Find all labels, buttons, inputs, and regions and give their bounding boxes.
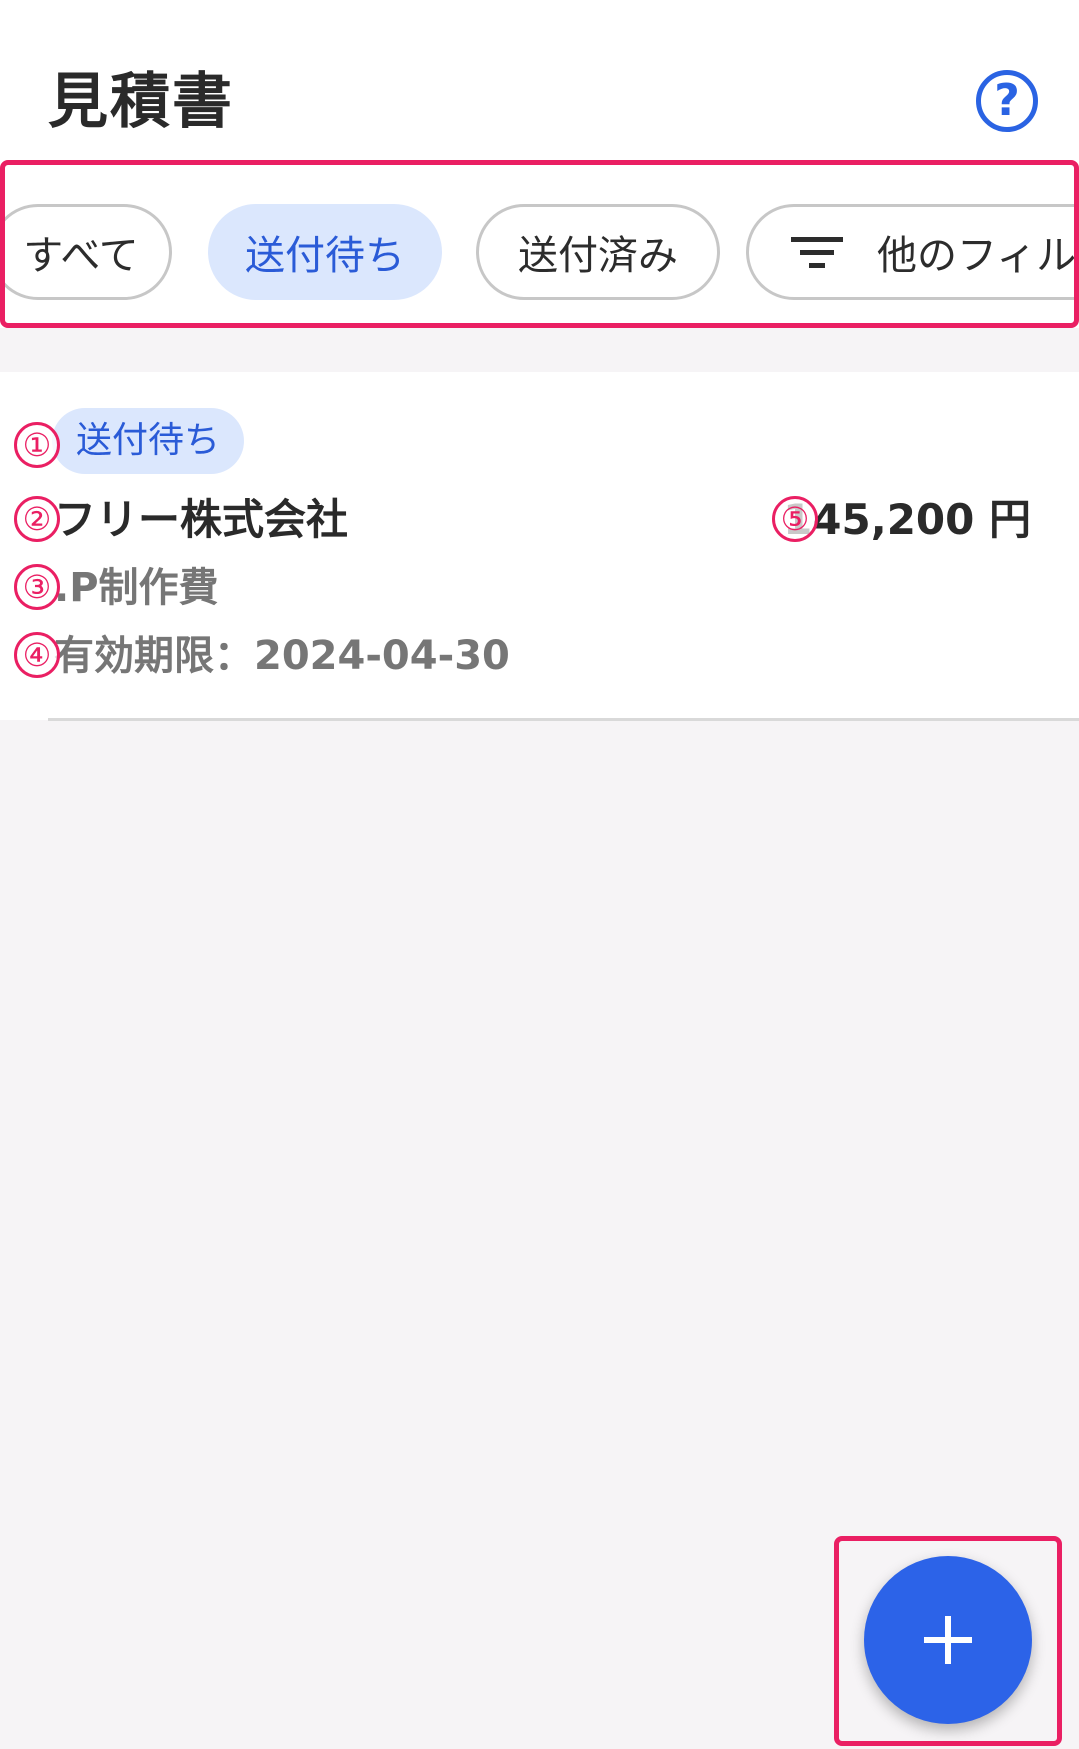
filter-chip-all[interactable]: すべて [0,204,172,300]
quotes-screen: 見積書 ? すべて 送付待ち 送付済み 他のフィル 送付待ち フリー株式会社 .… [0,0,1079,1749]
app-header: 見積書 ? すべて 送付待ち 送付済み 他のフィル [0,0,1079,372]
list-divider [48,718,1079,721]
quote-amount: 145,200 円 [783,495,1031,544]
filter-chip-pending[interactable]: 送付待ち [208,204,442,300]
plus-icon [924,1616,972,1664]
filter-chip-bar[interactable]: すべて 送付待ち 送付済み 他のフィルタ [0,160,1079,328]
client-name: フリー株式会社 [54,495,349,544]
annotation-marker-3: ③ [14,564,60,610]
expiry-date: 有効期限：2024-04-30 [54,633,510,679]
filter-chip-label: 送付待ち [245,233,405,279]
quote-subject: .P制作費 [54,565,219,611]
annotation-marker-5: ⑤ [772,496,818,542]
filter-chip-label: 他のフィルタ [877,233,1079,279]
list-spacer [0,328,1079,372]
annotation-marker-1: ① [14,422,60,468]
page-title: 見積書 [48,67,234,137]
filter-chip-more[interactable]: 他のフィルタ [746,204,1079,300]
help-icon[interactable]: ? [976,70,1038,132]
filter-chip-sent[interactable]: 送付済み [476,204,720,300]
add-quote-button[interactable] [864,1556,1032,1724]
filter-chip-label: 送付済み [518,233,678,279]
annotation-marker-2: ② [14,496,60,542]
filter-chip-label: すべて [23,233,139,279]
quote-list-item[interactable]: 送付待ち フリー株式会社 .P制作費 有効期限：2024-04-30 145,2… [0,372,1079,721]
annotation-marker-4: ④ [14,632,60,678]
status-badge: 送付待ち [52,408,245,474]
filter-icon [791,235,843,269]
